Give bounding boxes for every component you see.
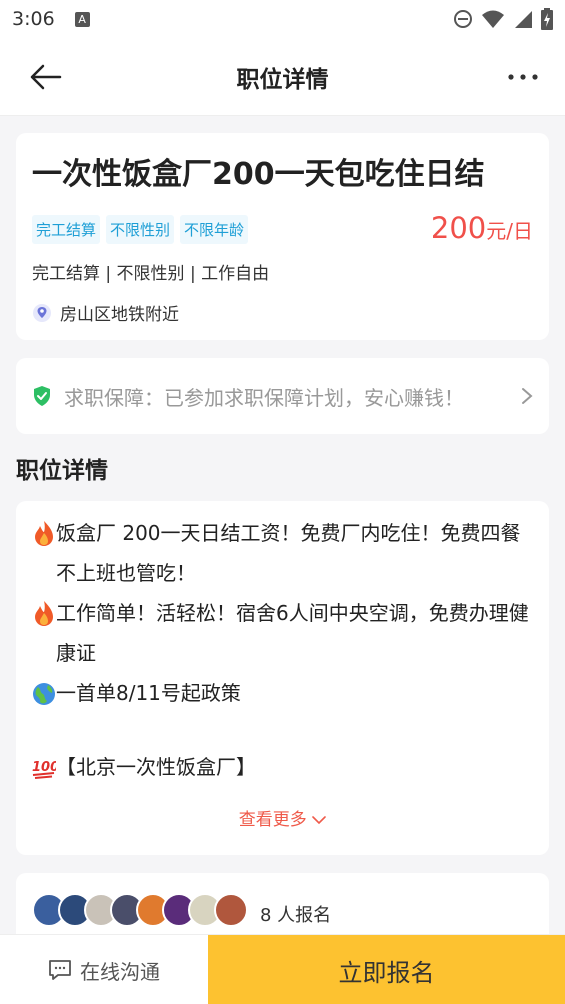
nav-bar: 职位详情 — [0, 38, 565, 116]
detail-line-3: 一首单8/11号起政策 — [32, 673, 537, 713]
status-bar: 3:06 A — [0, 0, 565, 38]
tag-gender: 不限性别 — [106, 215, 175, 244]
job-details-body: 饭盒厂 200一天日结工资！免费厂内吃住！免费四餐 不上班也管吃！ 工作简单！活… — [32, 513, 537, 787]
location-pin-icon — [33, 303, 51, 322]
do-not-disturb-icon — [454, 10, 472, 28]
online-chat-label: 在线沟通 — [80, 959, 160, 984]
applicant-avatars — [32, 893, 248, 927]
detail-text-2: 工作简单！活轻松！宿舍6人间中央空调，免费办理健康证 — [56, 601, 529, 665]
shield-check-icon — [34, 386, 50, 406]
salary-unit: 元/日 — [486, 219, 533, 243]
hundred-points-icon: 100 — [32, 760, 56, 779]
detail-text-1: 饭盒厂 200一天日结工资！免费厂内吃住！免费四餐 不上班也管吃！ — [56, 521, 521, 585]
detail-text-3: 一首单8/11号起政策 — [56, 681, 241, 705]
signup-count: 8 人报名 — [260, 905, 332, 926]
job-location[interactable]: 房山区地铁附近 — [32, 300, 179, 325]
job-description: 完工结算 | 不限性别 | 工作自由 — [32, 264, 270, 284]
job-guarantee-banner[interactable]: 求职保障：已参加求职保障计划，安心赚钱！ — [16, 358, 549, 434]
wifi-icon — [482, 10, 504, 28]
detail-line-1: 饭盒厂 200一天日结工资！免费厂内吃住！免费四餐 不上班也管吃！ — [32, 513, 537, 593]
chevron-right-icon — [522, 388, 533, 404]
detail-line-2: 工作简单！活轻松！宿舍6人间中央空调，免费办理健康证 — [32, 593, 537, 673]
globe-icon — [33, 683, 55, 705]
chevron-down-icon — [312, 816, 327, 825]
job-tags: 完工结算 不限性别 不限年龄 — [32, 215, 249, 244]
notification-a-icon: A — [74, 11, 90, 27]
online-chat-button[interactable]: 在线沟通 — [0, 935, 208, 1004]
more-dots-icon[interactable] — [507, 68, 539, 86]
avatar — [214, 893, 248, 927]
apply-now-label: 立即报名 — [338, 958, 435, 987]
job-details-card: 饭盒厂 200一天日结工资！免费厂内吃住！免费四餐 不上班也管吃！ 工作简单！活… — [16, 501, 549, 855]
page-title: 职位详情 — [236, 66, 329, 93]
job-title: 一次性饭盒厂200一天包吃住日结 — [32, 157, 485, 192]
guarantee-text: 求职保障：已参加求职保障计划，安心赚钱！ — [64, 385, 464, 410]
arrow-left-icon[interactable] — [28, 62, 64, 92]
signal-icon — [515, 11, 532, 28]
tag-age: 不限年龄 — [180, 215, 249, 244]
fire-icon — [35, 601, 53, 626]
tag-settlement: 完工结算 — [32, 215, 101, 244]
salary: 200元/日 — [431, 211, 533, 245]
fire-icon — [35, 521, 53, 546]
job-summary-card: 一次性饭盒厂200一天包吃住日结 完工结算 不限性别 不限年龄 200元/日 完… — [16, 133, 549, 340]
detail-text-4: 【北京一次性饭盒厂】 — [56, 755, 256, 779]
location-text: 房山区地铁附近 — [60, 305, 179, 325]
battery-icon — [541, 8, 553, 30]
apply-now-button[interactable]: 立即报名 — [208, 935, 565, 1004]
section-title-job-details: 职位详情 — [16, 458, 108, 484]
status-time: 3:06 — [12, 8, 55, 30]
status-icons — [453, 8, 553, 30]
detail-line-4: 100 【北京一次性饭盒厂】 — [32, 747, 537, 787]
salary-amount: 200 — [430, 211, 487, 245]
chat-bubble-icon — [49, 960, 71, 980]
see-more-button[interactable]: 查看更多 — [16, 805, 549, 830]
bottom-action-bar: 在线沟通 立即报名 — [0, 934, 565, 1004]
see-more-label: 查看更多 — [238, 810, 307, 830]
